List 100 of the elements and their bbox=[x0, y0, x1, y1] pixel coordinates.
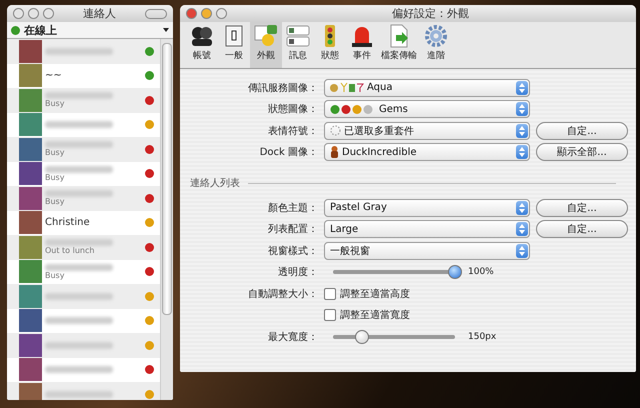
push-button[interactable]: 自定... bbox=[536, 122, 628, 140]
contact-row[interactable]: Busy bbox=[7, 162, 160, 186]
caret-icon bbox=[163, 28, 169, 32]
push-button[interactable]: 自定... bbox=[536, 220, 628, 238]
push-button[interactable]: 自定... bbox=[536, 198, 628, 217]
status-message: Busy bbox=[45, 99, 66, 108]
dotted-circle-icon bbox=[330, 125, 341, 136]
contact-row[interactable]: Busy bbox=[7, 260, 160, 284]
slider-value: 150px bbox=[468, 332, 496, 342]
field-label: 傳訊服務圖像： bbox=[247, 82, 318, 95]
popup-menu[interactable]: Gems bbox=[324, 100, 530, 118]
toolbar-tab[interactable]: 外觀 bbox=[250, 22, 282, 68]
zoom-button[interactable] bbox=[216, 8, 227, 19]
blurred-name bbox=[45, 166, 113, 173]
slider-knob[interactable] bbox=[448, 265, 462, 280]
popup-menu[interactable]: Pastel Gray bbox=[324, 198, 530, 217]
blurred-name bbox=[45, 264, 113, 271]
avatar-photo-placeholder bbox=[19, 186, 42, 210]
popup-menu[interactable]: Aqua bbox=[324, 78, 530, 97]
up-down-arrows-icon bbox=[519, 147, 525, 158]
avatar-photo-placeholder bbox=[19, 382, 42, 400]
scroll-bar[interactable] bbox=[160, 39, 173, 400]
close-button[interactable] bbox=[186, 8, 197, 19]
field-label: 自動調整大小： bbox=[247, 288, 318, 301]
avatar-photo-placeholder bbox=[19, 358, 42, 382]
contact-name: ~~ bbox=[45, 70, 63, 82]
status-message: Busy bbox=[45, 270, 66, 280]
toolbar-tab[interactable]: 一般 bbox=[218, 22, 250, 68]
contact-row[interactable]: ~~ bbox=[7, 64, 160, 88]
pill-button[interactable] bbox=[145, 8, 167, 18]
toolbar-tab[interactable]: 檔案傳輸 bbox=[378, 22, 420, 68]
avatar-photo-placeholder bbox=[19, 284, 42, 308]
up-down-arrows-icon bbox=[519, 246, 525, 256]
duck-icon bbox=[330, 146, 339, 158]
status-message: Busy bbox=[45, 197, 66, 206]
smiley-icon bbox=[253, 24, 279, 48]
close-button[interactable] bbox=[13, 8, 24, 19]
contact-row[interactable] bbox=[7, 112, 160, 137]
field-label: Dock 圖像： bbox=[258, 146, 318, 160]
up-down-arrows-icon bbox=[519, 126, 525, 136]
contact-row[interactable] bbox=[7, 358, 160, 382]
service-icons bbox=[330, 82, 364, 94]
contact-row[interactable] bbox=[7, 308, 160, 333]
blurred-name bbox=[45, 366, 113, 374]
blurred-name bbox=[45, 48, 113, 55]
field-label: 狀態圖像： bbox=[267, 102, 318, 116]
blurred-name bbox=[45, 92, 113, 100]
popup-menu[interactable]: 一般視窗 bbox=[324, 242, 530, 260]
popup-menu[interactable]: 已選取多重套件 bbox=[324, 122, 530, 140]
toolbar-tab[interactable]: 事件 bbox=[346, 22, 378, 68]
status-message: Busy bbox=[45, 172, 66, 182]
up-down-arrows-icon bbox=[519, 202, 525, 213]
toolbar-tab[interactable]: 狀態 bbox=[314, 22, 346, 68]
toolbar-tab[interactable]: 帳號 bbox=[186, 22, 218, 68]
window-title: 連絡人 bbox=[82, 6, 117, 21]
blurred-name bbox=[45, 390, 113, 398]
slider-value: 100% bbox=[468, 267, 494, 278]
field-label: 顏色主題： bbox=[267, 202, 318, 215]
minimize-button[interactable] bbox=[28, 8, 39, 19]
people-icon bbox=[189, 24, 215, 48]
blurred-name bbox=[45, 342, 113, 349]
field-label: 視窗樣式： bbox=[267, 244, 318, 258]
toolbar-tab[interactable]: 進階 bbox=[420, 22, 452, 68]
avatar-photo-placeholder bbox=[19, 260, 42, 284]
avatar-photo-placeholder bbox=[19, 162, 42, 186]
field-label: 透明度： bbox=[277, 266, 318, 280]
minimize-button[interactable] bbox=[201, 8, 212, 19]
blurred-name bbox=[45, 141, 113, 148]
window-title: 偏好設定：外觀 bbox=[391, 6, 470, 21]
checkbox[interactable]: 調整至適當高度 bbox=[324, 286, 530, 301]
avatar-photo-placeholder bbox=[19, 309, 42, 332]
avatar-photo-placeholder bbox=[19, 236, 42, 259]
siren-icon bbox=[349, 24, 375, 48]
status-dot-icon bbox=[11, 26, 20, 34]
blurred-name bbox=[45, 190, 113, 198]
up-down-arrows-icon bbox=[519, 104, 525, 114]
avatar-photo-placeholder bbox=[19, 113, 42, 136]
zoom-button[interactable] bbox=[43, 8, 54, 19]
blurred-name bbox=[45, 121, 113, 128]
contact-row[interactable]: Christine bbox=[7, 210, 160, 235]
avatar-photo-placeholder bbox=[19, 88, 42, 112]
popup-menu[interactable]: DuckIncredible bbox=[324, 143, 530, 162]
section-title: 連絡人列表 bbox=[190, 176, 240, 190]
blurred-name bbox=[45, 292, 113, 300]
push-button[interactable]: 顯示全部... bbox=[536, 143, 628, 162]
popup-menu[interactable]: Large bbox=[324, 220, 530, 238]
checkbox[interactable]: 調整至適當寬度 bbox=[324, 308, 530, 322]
field-label: 列表配置： bbox=[267, 222, 318, 236]
avatar-photo-placeholder bbox=[19, 334, 42, 357]
avatar-photo-placeholder bbox=[19, 40, 42, 63]
blurred-name bbox=[45, 317, 113, 324]
toolbar-tab[interactable]: 訊息 bbox=[282, 22, 314, 68]
contact-name: Christine bbox=[45, 217, 91, 228]
status-selector[interactable]: 在線上 bbox=[7, 22, 173, 39]
up-down-arrows-icon bbox=[519, 82, 525, 93]
field-label: 表情符號： bbox=[267, 124, 318, 138]
status-message: Out to lunch bbox=[45, 246, 96, 256]
avatar-photo-placeholder bbox=[19, 64, 42, 88]
slider-knob[interactable] bbox=[355, 330, 370, 344]
blurred-name bbox=[45, 239, 113, 246]
